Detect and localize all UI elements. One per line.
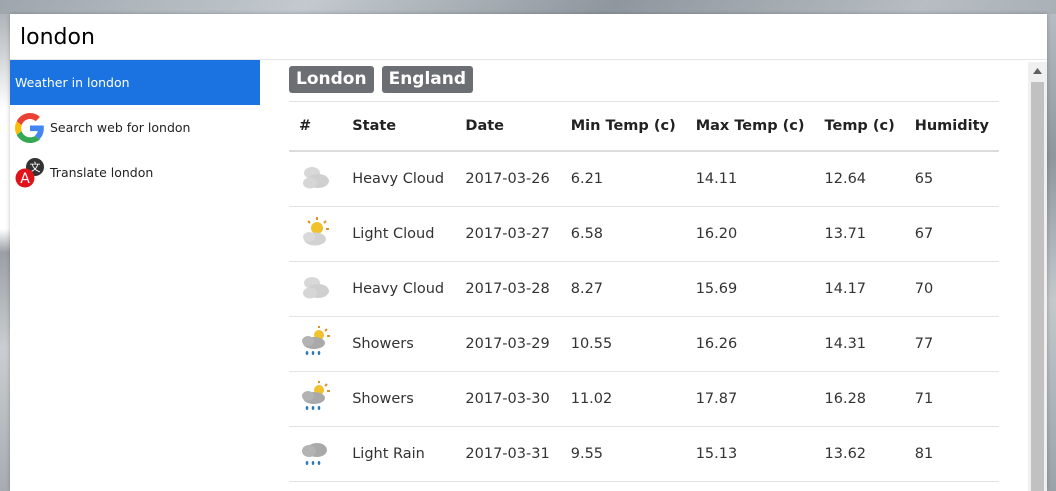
scroll-up-arrow-icon[interactable] [1028,62,1047,80]
light-cloud-icon [299,217,331,252]
showers-icon [299,381,331,417]
cell-max-temp: 15.69 [685,261,815,317]
cell-humidity: 77 [904,316,999,372]
cell-state: Showers [342,316,456,372]
cell-min-temp: 11.02 [560,371,686,427]
cell-date: 2017-03-30 [455,371,561,427]
desktop-background-right [1047,14,1056,491]
sidebar-item-search-web[interactable]: Search web for london [10,105,260,150]
cell-state: Heavy Cloud [342,261,456,317]
table-row: Showers 2017-03-30 11.02 17.87 16.28 71 [289,371,999,427]
svg-text:A: A [20,171,30,187]
cell-date: 2017-03-27 [455,206,561,262]
table-header-row: # State Date Min Temp (c) Max Temp (c) T… [289,101,999,152]
sidebar-item-weather[interactable]: Weather in london [10,60,260,105]
cell-humidity: 71 [904,371,999,427]
cell-temp: 13.71 [814,206,905,262]
translate-icon: 文 A [14,157,46,189]
cell-date: 2017-03-29 [455,316,561,372]
cell-state: Showers [342,371,456,427]
cell-date: 2017-03-31 [455,426,561,482]
sidebar-item-label: Search web for london [50,120,191,135]
cell-humidity: 81 [904,426,999,482]
table-row: Light Cloud 2017-03-27 6.58 16.20 13.71 … [289,206,999,262]
cell-temp: 12.64 [814,151,905,207]
cell-date: 2017-03-28 [455,261,561,317]
cell-min-temp: 8.27 [560,261,686,317]
cell-date: 2017-03-26 [455,151,561,207]
results-sidebar: Weather in london Search web for london … [10,60,260,491]
cell-humidity: 70 [904,261,999,317]
column-header: Humidity [904,101,999,152]
forecast-table: # State Date Min Temp (c) Max Temp (c) T… [289,101,999,482]
column-header: Max Temp (c) [685,101,815,152]
showers-icon [299,326,331,362]
cell-max-temp: 17.87 [685,371,815,427]
google-g-icon [14,112,46,144]
heavy-cloud-icon [299,277,331,306]
column-header: State [342,101,456,152]
sidebar-item-label: Weather in london [15,75,130,90]
cell-min-temp: 9.55 [560,426,686,482]
light-rain-icon [299,443,331,472]
launcher-window: Weather in london Search web for london … [10,14,1047,491]
column-header: # [289,101,343,152]
tag-city: London [289,66,374,93]
search-input[interactable] [16,20,1044,54]
search-bar [10,14,1047,60]
table-row: Light Rain 2017-03-31 9.55 15.13 13.62 8… [289,426,999,482]
cell-temp: 14.31 [814,316,905,372]
cell-max-temp: 16.20 [685,206,815,262]
cell-max-temp: 16.26 [685,316,815,372]
column-header: Date [455,101,561,152]
cell-max-temp: 15.13 [685,426,815,482]
cell-min-temp: 6.21 [560,151,686,207]
cell-min-temp: 6.58 [560,206,686,262]
scrollbar-thumb[interactable] [1031,82,1044,491]
column-header: Min Temp (c) [560,101,686,152]
cell-state: Light Rain [342,426,456,482]
desktop-background-left [0,14,10,491]
cell-state: Heavy Cloud [342,151,456,207]
cell-state: Light Cloud [342,206,456,262]
cell-humidity: 65 [904,151,999,207]
sidebar-item-translate[interactable]: 文 A Translate london [10,150,260,195]
column-header: Temp (c) [814,101,905,152]
location-tags: London England [289,66,474,93]
cell-humidity: 67 [904,206,999,262]
table-row: Showers 2017-03-29 10.55 16.26 14.31 77 [289,316,999,372]
vertical-scrollbar[interactable] [1028,62,1047,491]
cell-min-temp: 10.55 [560,316,686,372]
tag-country: England [381,66,474,93]
cell-temp: 13.62 [814,426,905,482]
table-row: Heavy Cloud 2017-03-26 6.21 14.11 12.64 … [289,151,999,207]
cell-max-temp: 14.11 [685,151,815,207]
cell-temp: 16.28 [814,371,905,427]
cell-temp: 14.17 [814,261,905,317]
table-row: Heavy Cloud 2017-03-28 8.27 15.69 14.17 … [289,261,999,317]
sidebar-item-label: Translate london [50,165,154,180]
weather-panel: London England # State Date Min Temp (c)… [260,60,1030,491]
heavy-cloud-icon [299,167,331,196]
